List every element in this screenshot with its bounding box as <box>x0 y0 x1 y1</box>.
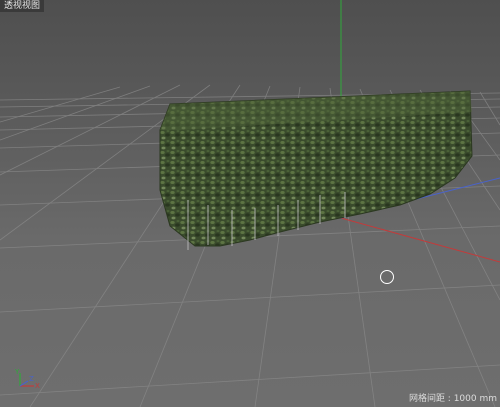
perspective-viewport[interactable]: 透视视图 Y Z X 网格间距 : 1000 mm <box>0 0 500 407</box>
hedge-object <box>159 90 473 250</box>
axis-label-z: Z <box>29 375 34 383</box>
axis-label-x: X <box>35 382 40 389</box>
circle-cursor-icon <box>380 270 394 284</box>
axis-gizmo-icon: Y Z X <box>12 365 42 390</box>
viewport-scene <box>0 0 500 407</box>
axis-label-y: Y <box>14 368 20 376</box>
viewport-title[interactable]: 透视视图 <box>0 0 45 12</box>
x-axis-line <box>340 217 500 263</box>
grid-spacing-status: 网格间距 : 1000 mm <box>408 394 497 404</box>
